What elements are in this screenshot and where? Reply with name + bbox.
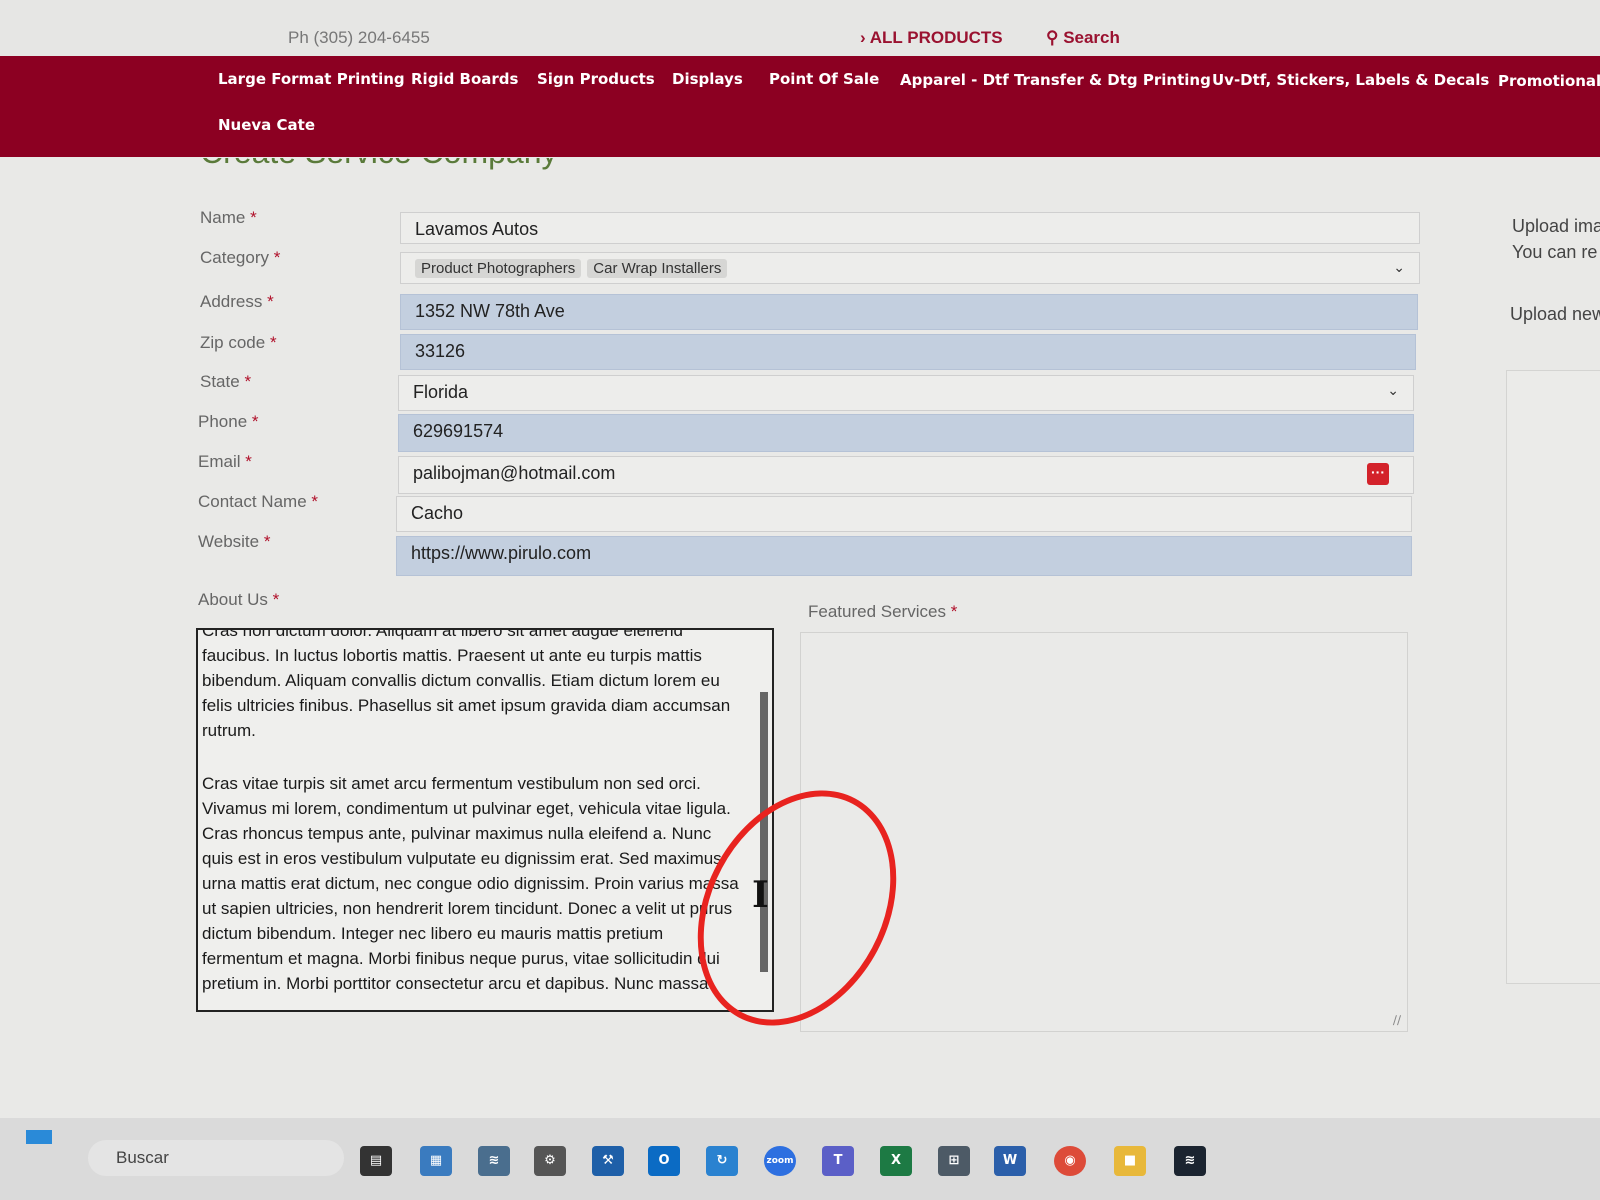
image-upload-area[interactable]: [1506, 370, 1600, 984]
contact-name-label: Contact Name *: [198, 492, 318, 512]
zip-label: Zip code *: [200, 333, 277, 353]
nav-item-uv-dtf-stickers[interactable]: Uv-Dtf, Stickers, Labels & Decals: [1212, 71, 1489, 89]
nav-item-promotional[interactable]: Promotional: [1498, 72, 1600, 90]
category-tag[interactable]: Product Photographers: [415, 259, 582, 278]
required-mark: *: [272, 590, 280, 609]
category-select[interactable]: Product Photographers Car Wrap Installers…: [400, 252, 1420, 284]
search-icon: ⚲: [1046, 28, 1059, 47]
all-products-link[interactable]: › ALL PRODUCTS: [860, 28, 1003, 48]
word-icon[interactable]: W: [994, 1146, 1026, 1176]
upload-new-text[interactable]: Upload new: [1510, 304, 1600, 325]
address-label-text: Address: [200, 292, 263, 311]
featured-services-textarea[interactable]: ∕∕: [800, 632, 1408, 1032]
address-label: Address *: [200, 292, 274, 312]
zip-label-text: Zip code: [200, 333, 266, 352]
monitor-icon[interactable]: ≋: [478, 1146, 510, 1176]
required-mark: *: [311, 492, 319, 511]
nav-item-sign-products[interactable]: Sign Products: [537, 70, 655, 88]
nav-item-rigid-boards[interactable]: Rigid Boards: [411, 70, 518, 88]
required-mark: *: [269, 333, 277, 352]
required-mark: *: [245, 452, 252, 471]
state-select[interactable]: Florida ⌄: [398, 375, 1414, 411]
required-mark: *: [267, 292, 274, 311]
upload-image-text: Upload ima: [1512, 216, 1600, 236]
website-input[interactable]: https://www.pirulo.com: [396, 536, 1412, 576]
phone-number: Ph (305) 204-6455: [288, 28, 430, 47]
chrome-icon[interactable]: ◉: [1054, 1146, 1086, 1176]
main-nav: Large Format Printing Rigid Boards Sign …: [0, 56, 1600, 157]
contact-name-input[interactable]: Cacho: [396, 496, 1412, 532]
email-input[interactable]: palibojman@hotmail.com ···: [398, 456, 1414, 494]
windows-start-icon[interactable]: [26, 1130, 52, 1144]
category-label: Category *: [200, 248, 280, 268]
required-mark: *: [263, 532, 271, 551]
state-value: Florida: [413, 382, 469, 402]
required-mark: *: [950, 602, 958, 621]
password-manager-icon[interactable]: ···: [1367, 463, 1389, 485]
nav-item-nueva-cate[interactable]: Nueva Cate: [218, 116, 315, 134]
required-mark: *: [273, 248, 281, 267]
taskbar: Buscar ▤ ▦ ≋ ⚙ ⚒ O ↻ zoom T X ⊞ W ◉ ■ ≋: [0, 1118, 1600, 1200]
about-us-textarea[interactable]: Cras non dictum dolor. Aliquam at libero…: [196, 628, 774, 1012]
about-us-paragraph: Cras non dictum dolor. Aliquam at libero…: [202, 628, 731, 740]
search-label: Search: [1063, 28, 1120, 47]
category-label-text: Category: [200, 248, 269, 267]
phone-input[interactable]: 629691574: [398, 414, 1414, 452]
name-label: Name *: [200, 208, 257, 228]
featured-services-label-text: Featured Services: [808, 602, 946, 621]
category-tag[interactable]: Car Wrap Installers: [587, 259, 728, 278]
about-us-content: Cras non dictum dolor. Aliquam at libero…: [202, 628, 742, 1010]
taskbar-search[interactable]: Buscar: [88, 1140, 344, 1176]
name-label-text: Name: [200, 208, 246, 227]
phone-label: Phone *: [198, 412, 259, 432]
search-link[interactable]: ⚲ Search: [1046, 28, 1120, 48]
state-label-text: State: [200, 372, 240, 391]
email-value: palibojman@hotmail.com: [413, 463, 616, 483]
settings-icon[interactable]: ⚙: [534, 1146, 566, 1176]
chevron-down-icon: ⌄: [1393, 259, 1405, 275]
required-mark: *: [244, 372, 252, 391]
address-input[interactable]: 1352 NW 78th Ave: [400, 294, 1418, 330]
nav-item-point-of-sale[interactable]: Point Of Sale: [769, 70, 879, 88]
website-label: Website *: [198, 532, 270, 552]
required-mark: *: [251, 412, 259, 431]
about-us-label-text: About Us: [198, 590, 268, 609]
all-products-label: ALL PRODUCTS: [869, 28, 1003, 47]
excel-icon[interactable]: X: [880, 1146, 912, 1176]
photos-icon[interactable]: ▦: [420, 1146, 452, 1176]
zoom-icon[interactable]: zoom: [764, 1146, 796, 1176]
outlook-icon[interactable]: O: [648, 1146, 680, 1176]
name-input[interactable]: Lavamos Autos: [400, 212, 1420, 244]
phone-label-text: Phone: [198, 412, 248, 431]
about-us-label: About Us *: [198, 590, 279, 610]
chevron-down-icon: ⌄: [1387, 382, 1399, 398]
upload-hint-text: You can re: [1512, 242, 1598, 262]
tools-icon[interactable]: ⚒: [592, 1146, 624, 1176]
top-utility-bar: Ph (305) 204-6455 › ALL PRODUCTS ⚲ Searc…: [0, 0, 1600, 56]
sync-icon[interactable]: ↻: [706, 1146, 738, 1176]
nav-item-apparel[interactable]: Apparel - Dtf Transfer & Dtg Printing: [900, 71, 1211, 89]
resize-handle-icon[interactable]: ∕∕: [1393, 1013, 1401, 1027]
task-view-icon[interactable]: ▤: [360, 1146, 392, 1176]
folder-icon[interactable]: ■: [1114, 1146, 1146, 1176]
nav-item-displays[interactable]: Displays: [672, 70, 743, 88]
email-label: Email *: [198, 452, 252, 472]
text-cursor-icon: I: [752, 874, 769, 916]
state-label: State *: [200, 372, 251, 392]
required-mark: *: [250, 208, 257, 227]
contact-name-label-text: Contact Name: [198, 492, 307, 511]
calculator-icon[interactable]: ⊞: [938, 1146, 970, 1176]
about-us-paragraph: Cras vitae turpis sit amet arcu fermentu…: [202, 774, 739, 993]
app-icon[interactable]: ≋: [1174, 1146, 1206, 1176]
zip-code-input[interactable]: 33126: [400, 334, 1416, 370]
website-label-text: Website: [198, 532, 260, 551]
teams-icon[interactable]: T: [822, 1146, 854, 1176]
featured-services-label: Featured Services *: [808, 602, 957, 622]
email-label-text: Email: [198, 452, 241, 471]
nav-item-large-format-printing[interactable]: Large Format Printing: [218, 70, 405, 88]
